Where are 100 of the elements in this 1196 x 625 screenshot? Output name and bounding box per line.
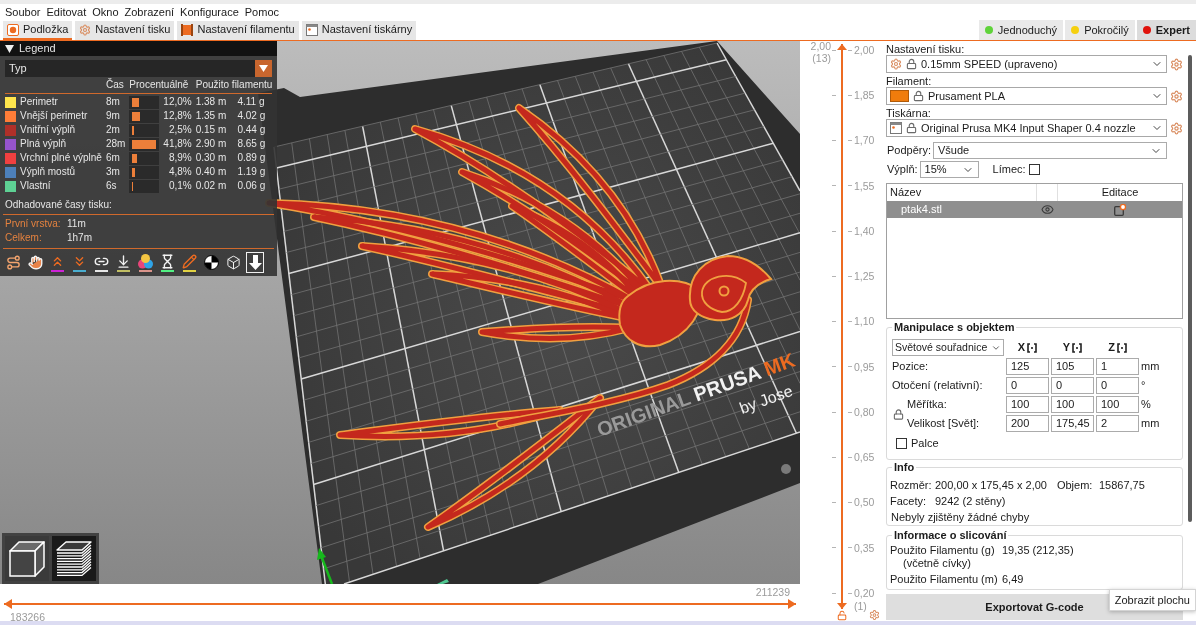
legend-option-toggle[interactable] xyxy=(114,252,132,273)
field-label: Výplň: xyxy=(886,164,918,175)
menu-item[interactable]: Konfigurace xyxy=(180,6,239,18)
menu-item[interactable]: Pomoc xyxy=(244,6,280,18)
percent-value: 12,8% xyxy=(163,109,192,123)
upper-slider-thumb[interactable] xyxy=(837,44,847,50)
tick-label: 0,50 xyxy=(854,497,875,508)
bracket-icon xyxy=(1116,342,1127,353)
group-title: Informace o slicování xyxy=(892,529,1009,542)
tick-mark xyxy=(848,94,852,96)
number-field[interactable]: 100 xyxy=(1051,396,1094,413)
menu-item[interactable]: Editovat xyxy=(46,6,87,18)
menu-item[interactable]: Zobrazení xyxy=(124,6,175,18)
group-title: Info xyxy=(892,461,917,474)
info-value: 9242 (2 stěny) xyxy=(935,495,1006,507)
lower-slider-thumb[interactable] xyxy=(837,603,847,609)
checkbox[interactable] xyxy=(896,437,907,449)
tab[interactable]: Nastavení filamentu xyxy=(177,21,299,40)
number-field[interactable]: 105 xyxy=(1051,358,1094,375)
scrollbar-thumb[interactable] xyxy=(1188,55,1192,522)
preview-button[interactable] xyxy=(52,536,96,581)
legend-option-toggle[interactable] xyxy=(202,252,220,273)
quartered-circle-icon xyxy=(203,255,219,270)
mode-button[interactable]: Expert xyxy=(1136,20,1196,40)
feature-name: Vnitřní výplň xyxy=(20,123,77,137)
number-field[interactable]: 0 xyxy=(1006,377,1049,394)
supports-dropdown[interactable]: Všude xyxy=(933,142,1167,159)
number-field[interactable]: 100 xyxy=(1096,396,1139,413)
time-value: 6s xyxy=(105,179,118,193)
column-header: Použito filamentu xyxy=(195,78,273,92)
mode-button[interactable]: Jednoduchý xyxy=(978,20,1064,40)
number-field[interactable]: 1 xyxy=(1096,358,1139,375)
hand-icon xyxy=(27,255,43,270)
eye-icon[interactable] xyxy=(1040,203,1054,216)
coordinates-dropdown[interactable]: Světové souřadnice xyxy=(892,339,1004,356)
lock-icon[interactable] xyxy=(893,407,904,421)
number-field[interactable]: 125 xyxy=(1006,358,1049,375)
3d-view-button[interactable] xyxy=(5,536,49,581)
route-icon xyxy=(5,255,21,270)
info-note: (včetně cívky) xyxy=(902,557,971,570)
number-field[interactable]: 2 xyxy=(1096,415,1139,432)
number-field[interactable]: 200 xyxy=(1006,415,1049,432)
checkbox[interactable] xyxy=(1028,164,1040,175)
legend-option-toggle[interactable] xyxy=(158,252,176,273)
length-value: 1.38 m xyxy=(195,95,228,109)
edit-icon[interactable] xyxy=(1114,203,1126,216)
feature-name: Výplň mostů xyxy=(20,165,77,179)
percent-value: 0,1% xyxy=(167,179,192,193)
field-label: Podpěry: xyxy=(886,145,932,156)
colored-circles-icon xyxy=(137,253,153,269)
tab[interactable]: Nastavení tiskárny xyxy=(301,21,417,40)
gear-icon[interactable] xyxy=(1170,57,1183,71)
preset-dropdown[interactable]: Original Prusa MK4 Input Shaper 0.4 nozzle xyxy=(886,119,1167,137)
axis-label: X xyxy=(1017,342,1026,353)
tick-mark xyxy=(832,366,836,368)
number-field[interactable]: 175,45 xyxy=(1051,415,1094,432)
gear-icon[interactable] xyxy=(869,609,880,621)
tick-mark xyxy=(848,230,852,232)
gear-icon xyxy=(890,58,902,70)
tick-label: 1,55 xyxy=(854,180,875,191)
tick-mark xyxy=(832,49,836,51)
window-icon xyxy=(305,23,318,36)
preset-dropdown[interactable]: Prusament PLA xyxy=(886,87,1167,105)
gear-icon[interactable] xyxy=(1170,89,1183,103)
estimate-label: První vrstva: xyxy=(5,217,62,231)
legend-option-toggle[interactable] xyxy=(180,252,198,273)
pencil-icon xyxy=(181,253,197,269)
slider-thumb[interactable] xyxy=(788,599,796,609)
menu-item[interactable]: Soubor xyxy=(5,6,41,18)
unit-label: % xyxy=(1141,397,1152,412)
lock-icon xyxy=(906,122,917,134)
number-field[interactable]: 0 xyxy=(1051,377,1094,394)
number-field[interactable]: 0 xyxy=(1096,377,1139,394)
legend-option-toggle[interactable] xyxy=(246,252,264,273)
legend-header[interactable]: Legend xyxy=(0,41,278,56)
tick-mark xyxy=(848,185,852,187)
estimates-title: Odhadované časy tisku: xyxy=(5,198,112,212)
tab[interactable]: Podložka xyxy=(3,21,73,40)
column-header: Čas xyxy=(105,78,125,92)
legend-option-toggle[interactable] xyxy=(136,252,154,273)
weight-value: 1.19 g xyxy=(237,165,267,179)
infill-dropdown[interactable]: 15% xyxy=(919,161,979,178)
axis-label: Y xyxy=(1062,342,1071,353)
tick-mark xyxy=(848,140,852,141)
cube-icon xyxy=(225,255,241,270)
menu-item[interactable]: Okno xyxy=(92,6,119,18)
preset-dropdown[interactable]: 0.15mm SPEED (upraveno) xyxy=(886,55,1167,73)
gear-icon[interactable] xyxy=(1170,121,1183,135)
mode-button[interactable]: Pokročilý xyxy=(1065,20,1135,40)
estimate-value: 11m xyxy=(67,217,87,231)
view-type-dropdown[interactable]: Typ xyxy=(5,60,273,77)
open-padlock-icon[interactable] xyxy=(837,610,848,621)
column-header: Procentuálně xyxy=(129,78,190,92)
info-value: 15867,75 xyxy=(1098,479,1145,491)
number-field[interactable]: 100 xyxy=(1006,396,1049,413)
tick-mark xyxy=(832,592,836,594)
tick-mark xyxy=(848,592,852,594)
percent-value: 4,8% xyxy=(167,165,192,179)
slider-thumb[interactable] xyxy=(4,599,12,609)
tab[interactable]: Nastavení tisku xyxy=(75,21,175,40)
